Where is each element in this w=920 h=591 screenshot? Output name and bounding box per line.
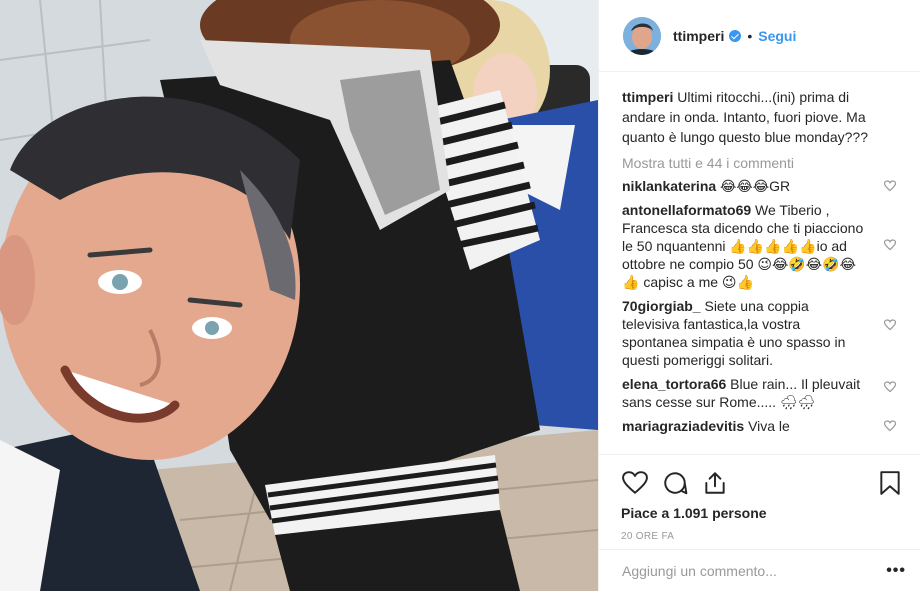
comment-item: elena_tortora66 Blue rain... Il pleuvait… xyxy=(622,375,902,411)
heart-icon[interactable] xyxy=(621,469,649,497)
share-icon[interactable] xyxy=(701,469,729,497)
comment-text: 😂😂😂GR xyxy=(720,178,791,194)
avatar[interactable] xyxy=(623,16,661,55)
add-comment-input[interactable]: Aggiungi un commento... xyxy=(622,563,886,579)
comment-like-icon[interactable] xyxy=(884,319,896,331)
action-icons-row xyxy=(621,463,904,503)
comments-list[interactable]: ttimperi Ultimi ritocchi...(ini) prima d… xyxy=(599,73,920,454)
comment-username[interactable]: mariagraziadevitis xyxy=(622,418,744,434)
comment-text: Viva le xyxy=(748,418,790,434)
post-timestamp: 20 ORE FA xyxy=(621,531,675,542)
post-caption: ttimperi Ultimi ritocchi...(ini) prima d… xyxy=(622,87,902,147)
bookmark-icon[interactable] xyxy=(876,469,904,497)
comment-item: antonellaformato69 We Tiberio , Francesc… xyxy=(622,201,902,291)
more-options-icon[interactable]: ••• xyxy=(886,562,906,580)
post-photo[interactable] xyxy=(0,0,598,591)
post-actions: Piace a 1.091 persone 20 ORE FA xyxy=(599,454,920,542)
selfie-image xyxy=(0,0,598,591)
comment-like-icon[interactable] xyxy=(884,239,896,251)
header-separator: • xyxy=(747,27,753,44)
header-username[interactable]: ttimperi xyxy=(673,28,724,44)
instagram-post-view: ttimperi • Segui ttimperi Ultimi ritocch… xyxy=(0,0,920,591)
post-header: ttimperi • Segui xyxy=(599,0,920,72)
comment-item: mariagraziadevitis Viva le xyxy=(622,417,902,435)
follow-button[interactable]: Segui xyxy=(758,28,796,44)
show-all-comments-link[interactable]: Mostra tutti e 44 i commenti xyxy=(622,155,902,171)
post-side-panel: ttimperi • Segui ttimperi Ultimi ritocch… xyxy=(598,0,920,591)
comment-icon[interactable] xyxy=(661,469,689,497)
add-comment-bar: Aggiungi un commento... ••• xyxy=(599,549,920,591)
comment-item: 70giorgiab_ Siete una coppia televisiva … xyxy=(622,297,902,369)
comment-username[interactable]: 70giorgiab_ xyxy=(622,298,701,314)
comment-like-icon[interactable] xyxy=(884,420,896,432)
comment-username[interactable]: antonellaformato69 xyxy=(622,202,751,218)
comment-like-icon[interactable] xyxy=(884,180,896,192)
likes-count[interactable]: Piace a 1.091 persone xyxy=(621,505,904,521)
comment-item: niklankaterina 😂😂😂GR xyxy=(622,177,902,195)
avatar-image xyxy=(623,16,661,55)
comment-like-icon[interactable] xyxy=(884,381,896,393)
caption-username[interactable]: ttimperi xyxy=(622,89,673,105)
comment-username[interactable]: niklankaterina xyxy=(622,178,716,194)
comment-username[interactable]: elena_tortora66 xyxy=(622,376,726,392)
verified-badge-icon xyxy=(729,29,742,42)
